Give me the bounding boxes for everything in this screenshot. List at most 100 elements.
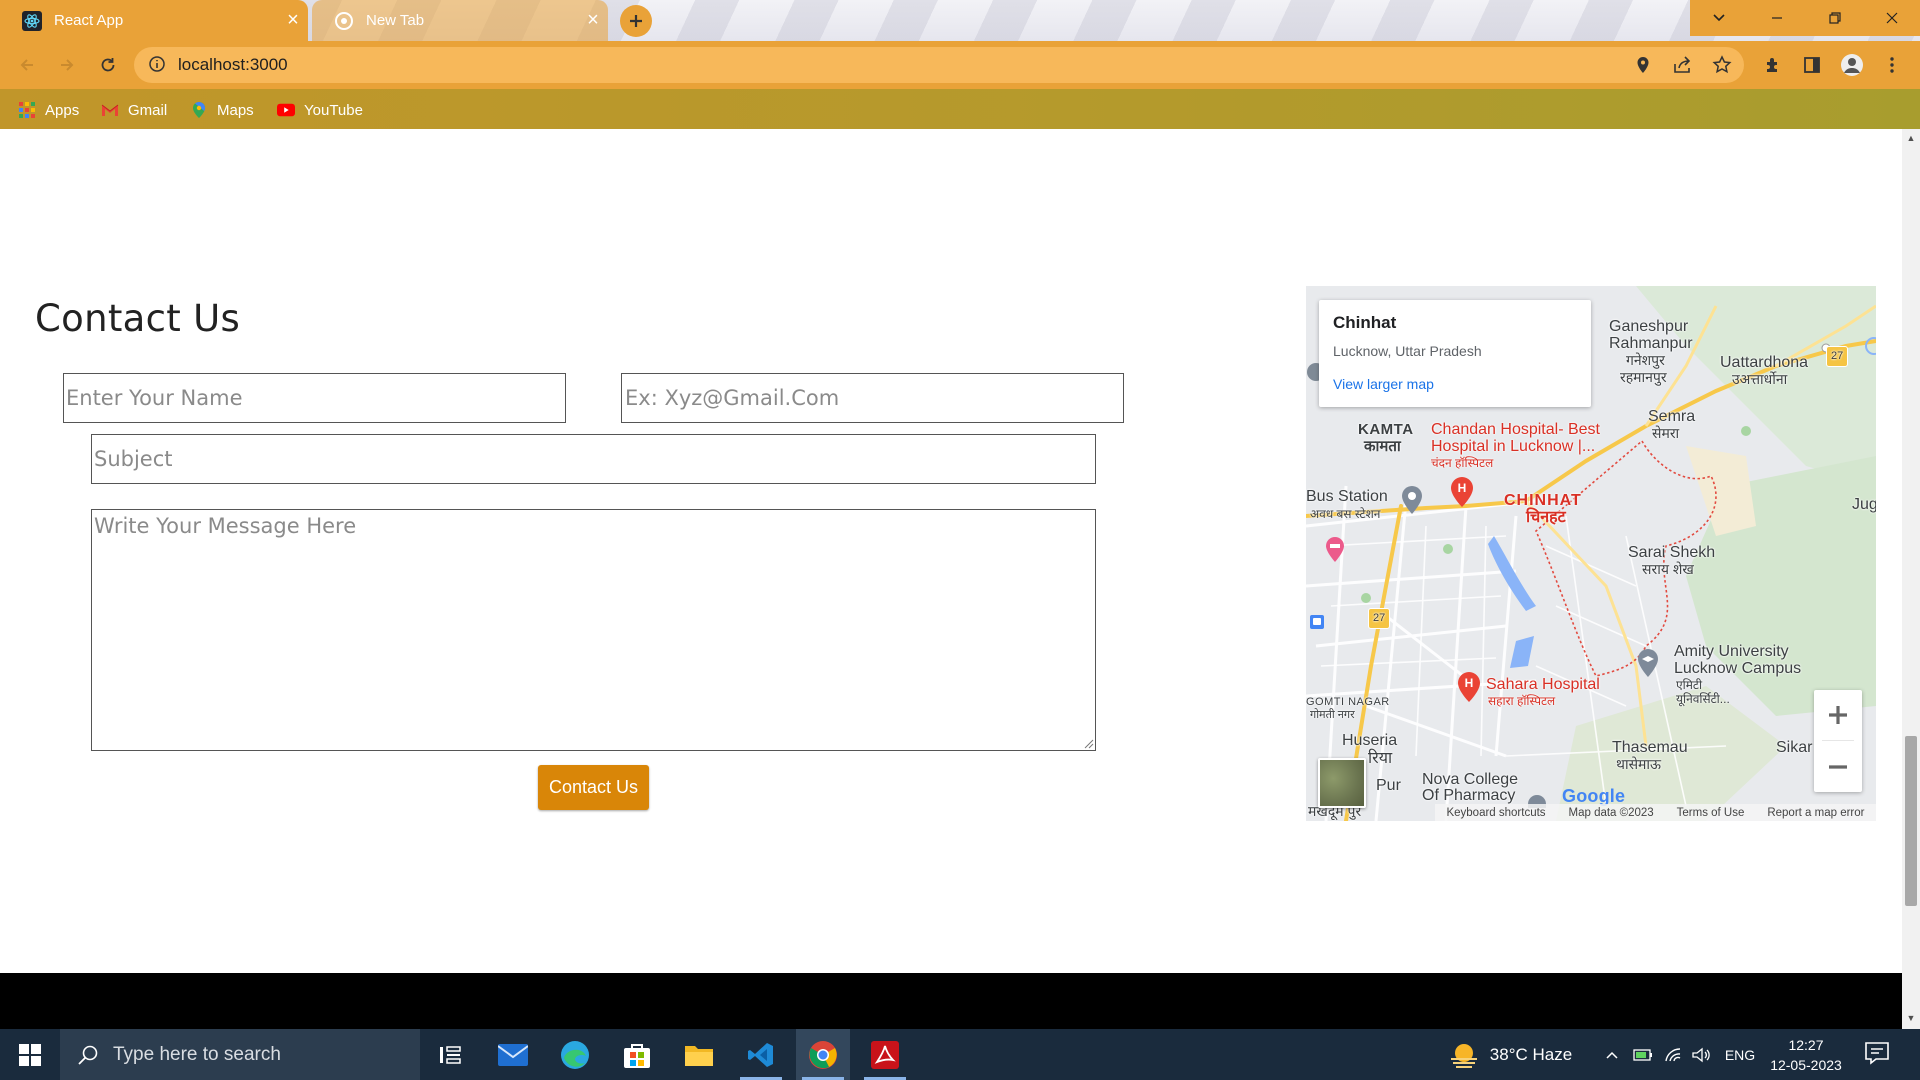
weather-widget[interactable]: 38°C Haze bbox=[1440, 1029, 1580, 1080]
volume-icon-button[interactable] bbox=[1688, 1029, 1714, 1080]
chrome-icon bbox=[334, 11, 354, 31]
close-tab-icon[interactable]: × bbox=[278, 9, 308, 32]
zoom-in-button[interactable] bbox=[1814, 690, 1862, 740]
tab-search-button[interactable] bbox=[1690, 0, 1748, 36]
new-tab-button[interactable] bbox=[620, 5, 652, 37]
mail-icon bbox=[498, 1043, 528, 1066]
wifi-icon-button[interactable] bbox=[1660, 1029, 1686, 1080]
side-panel-icon[interactable] bbox=[1800, 53, 1824, 77]
back-button[interactable] bbox=[13, 51, 41, 79]
scroll-up-icon[interactable]: ▲ bbox=[1906, 133, 1916, 143]
minimize-button[interactable] bbox=[1748, 0, 1806, 36]
forward-button[interactable] bbox=[53, 51, 81, 79]
edge-app[interactable] bbox=[548, 1029, 602, 1080]
acrobat-app[interactable] bbox=[858, 1029, 912, 1080]
subject-input[interactable] bbox=[91, 434, 1096, 484]
vscode-app[interactable] bbox=[734, 1029, 788, 1080]
share-icon[interactable] bbox=[1672, 55, 1692, 75]
scroll-thumb[interactable] bbox=[1905, 736, 1917, 906]
site-info-icon[interactable] bbox=[148, 55, 168, 75]
map-label: Ganeshpur bbox=[1609, 318, 1689, 335]
windows-taskbar: Type here to search 38°C Haze ENG 12:27 … bbox=[0, 1029, 1920, 1080]
tab-new-tab[interactable]: New Tab × bbox=[312, 0, 608, 41]
bookmark-star-icon[interactable] bbox=[1712, 55, 1732, 75]
bookmark-gmail[interactable]: Gmail bbox=[101, 99, 167, 121]
bookmarks-bar: Apps Gmail Maps YouTube bbox=[0, 89, 1920, 129]
chrome-app[interactable] bbox=[796, 1029, 850, 1080]
show-hidden-icons-button[interactable] bbox=[1600, 1029, 1624, 1080]
chevron-up-icon bbox=[1606, 1051, 1618, 1059]
map-label: Chandan Hospital- Best bbox=[1431, 421, 1600, 438]
menu-kebab-icon[interactable] bbox=[1880, 53, 1904, 77]
bookmark-label: Apps bbox=[45, 101, 80, 119]
name-input[interactable] bbox=[63, 373, 566, 423]
file-explorer-app[interactable] bbox=[672, 1029, 726, 1080]
message-textarea[interactable] bbox=[91, 509, 1096, 751]
svg-text:H: H bbox=[1458, 481, 1467, 495]
close-icon bbox=[1886, 12, 1898, 24]
notification-icon bbox=[1865, 1042, 1889, 1065]
close-window-button[interactable] bbox=[1864, 0, 1920, 36]
tab-title: New Tab bbox=[366, 12, 425, 29]
start-button[interactable] bbox=[0, 1029, 60, 1080]
report-error-link[interactable]: Report a map error bbox=[1767, 807, 1864, 819]
close-tab-icon[interactable]: × bbox=[578, 9, 608, 32]
satellite-toggle-thumbnail[interactable] bbox=[1318, 758, 1366, 808]
page-viewport: Contact Us Contact Us bbox=[0, 129, 1902, 973]
embedded-map[interactable]: 27 27 Chinhat Lucknow, Uttar Pradesh Vie… bbox=[1306, 286, 1876, 821]
tab-react-app[interactable]: React App × bbox=[0, 0, 308, 41]
battery-icon-button[interactable] bbox=[1630, 1029, 1656, 1080]
keyboard-shortcuts-link[interactable]: Keyboard shortcuts bbox=[1446, 807, 1545, 819]
hospital-pin-icon[interactable]: H bbox=[1449, 476, 1475, 508]
page-scrollbar[interactable]: ▲ ▼ bbox=[1902, 129, 1920, 1029]
language-indicator[interactable]: ENG bbox=[1720, 1029, 1760, 1080]
hotel-pin-icon[interactable] bbox=[1324, 536, 1346, 564]
map-label: चिनहट bbox=[1526, 509, 1566, 526]
reload-button[interactable] bbox=[94, 51, 122, 79]
bus-station-pin-icon[interactable] bbox=[1400, 485, 1424, 515]
back-arrow-icon bbox=[20, 59, 33, 71]
location-icon[interactable] bbox=[1633, 55, 1653, 75]
notification-center-button[interactable] bbox=[1864, 1041, 1892, 1069]
view-larger-map-link[interactable]: View larger map bbox=[1333, 376, 1577, 392]
maps-icon bbox=[190, 101, 208, 119]
map-label: थासेमाऊ bbox=[1616, 756, 1662, 772]
bookmark-youtube[interactable]: YouTube bbox=[277, 99, 363, 121]
map-data-text: Map data ©2023 bbox=[1568, 806, 1654, 819]
address-bar[interactable]: localhost:3000 bbox=[134, 47, 1744, 83]
resize-handle-icon[interactable] bbox=[1082, 737, 1094, 749]
map-label: अवध बस स्टेशन bbox=[1310, 507, 1381, 521]
terms-link[interactable]: Terms of Use bbox=[1677, 807, 1745, 819]
page-title: Contact Us bbox=[35, 297, 241, 340]
windows-logo-icon bbox=[19, 1043, 41, 1066]
map-label: गोमती नगर bbox=[1310, 709, 1355, 721]
file-explorer-icon bbox=[685, 1045, 713, 1066]
extensions-icon[interactable] bbox=[1761, 53, 1785, 77]
bookmark-apps[interactable]: Apps bbox=[18, 99, 79, 121]
store-app[interactable] bbox=[610, 1029, 664, 1080]
scroll-down-icon[interactable]: ▼ bbox=[1906, 1013, 1916, 1023]
university-pin-icon[interactable] bbox=[1636, 648, 1660, 678]
profile-avatar[interactable] bbox=[1840, 53, 1864, 77]
map-label: Sarai Shekh bbox=[1628, 544, 1716, 561]
task-view-button[interactable] bbox=[423, 1029, 477, 1080]
map-place-subtitle: Lucknow, Uttar Pradesh bbox=[1333, 343, 1482, 359]
taskbar-clock[interactable]: 12:27 12-05-2023 bbox=[1766, 1035, 1846, 1075]
map-label: सेमरा bbox=[1652, 425, 1680, 441]
search-placeholder: Type here to search bbox=[113, 1043, 281, 1065]
map-label: गनेशपुर bbox=[1626, 352, 1665, 368]
contact-submit-button[interactable]: Contact Us bbox=[538, 765, 649, 810]
clock-time: 12:27 bbox=[1788, 1037, 1824, 1053]
minus-icon bbox=[1829, 765, 1847, 769]
map-label: Jug bbox=[1852, 496, 1876, 513]
hospital-pin-icon[interactable]: H bbox=[1456, 671, 1482, 703]
edge-icon bbox=[561, 1040, 589, 1069]
bookmark-maps[interactable]: Maps bbox=[190, 99, 254, 121]
zoom-out-button[interactable] bbox=[1814, 742, 1862, 792]
email-input[interactable] bbox=[621, 373, 1124, 423]
map-zoom-control bbox=[1814, 690, 1862, 792]
mail-app[interactable] bbox=[486, 1029, 540, 1080]
taskbar-search-box[interactable]: Type here to search bbox=[60, 1029, 420, 1080]
react-icon bbox=[22, 10, 42, 31]
restore-button[interactable] bbox=[1806, 0, 1864, 36]
